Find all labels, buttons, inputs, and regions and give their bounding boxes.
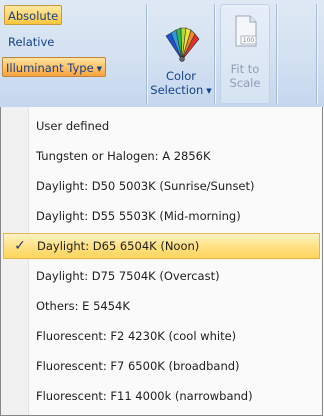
- menu-item-label: User defined: [36, 119, 110, 133]
- menu-item-label: Fluorescent: F7 6500K (broadband): [36, 359, 240, 373]
- illuminant-type-label: Illuminant Type: [6, 61, 94, 75]
- group-separator: [276, 4, 277, 104]
- color-swatch-fan-icon: [165, 27, 200, 62]
- menu-item-tungsten-a[interactable]: Tungsten or Halogen: A 2856K: [3, 143, 320, 169]
- fit-to-scale-label-line2: Scale: [229, 76, 261, 90]
- checkmark-icon: ✓: [14, 238, 26, 254]
- menu-item-label: Others: E 5454K: [36, 299, 130, 313]
- menu-item-label: Fluorescent: F11 4000k (narrowband): [36, 389, 253, 403]
- menu-item-others-e[interactable]: Others: E 5454K: [3, 293, 320, 319]
- menu-item-label: Daylight: D55 5503K (Mid-morning): [36, 209, 241, 223]
- color-selection-label-line2: Selection ▼: [150, 84, 212, 98]
- color-selection-button[interactable]: Color Selection ▼: [150, 4, 212, 104]
- fit-to-scale-button[interactable]: 100 Fit to Scale: [220, 4, 270, 104]
- color-selection-label-text: Selection: [150, 83, 204, 97]
- menu-item-daylight-d75[interactable]: Daylight: D75 7504K (Overcast): [3, 263, 320, 289]
- chevron-down-icon: ▼: [96, 65, 103, 73]
- menu-item-fluorescent-f7[interactable]: Fluorescent: F7 6500K (broadband): [3, 353, 320, 379]
- menu-item-label: Daylight: D75 7504K (Overcast): [36, 269, 220, 283]
- relative-button[interactable]: Relative: [4, 31, 58, 51]
- fit-to-scale-label-line1: Fit to: [230, 62, 260, 76]
- menu-item-label: Fluorescent: F2 4230K (cool white): [36, 329, 237, 343]
- menu-item-daylight-d55[interactable]: Daylight: D55 5503K (Mid-morning): [3, 203, 320, 229]
- menu-item-fluorescent-f2[interactable]: Fluorescent: F2 4230K (cool white): [3, 323, 320, 349]
- menu-item-fluorescent-f11[interactable]: Fluorescent: F11 4000k (narrowband): [3, 383, 320, 409]
- group-separator: [316, 4, 317, 104]
- menu-item-user-defined[interactable]: User defined: [3, 113, 320, 139]
- chevron-down-icon: ▼: [206, 87, 212, 95]
- fit-scale-value: 100: [242, 37, 255, 44]
- menu-item-label: Daylight: D65 6504K (Noon): [37, 239, 200, 253]
- menu-item-daylight-d50[interactable]: Daylight: D50 5003K (Sunrise/Sunset): [3, 173, 320, 199]
- menu-item-label: Tungsten or Halogen: A 2856K: [36, 149, 211, 163]
- menu-item-daylight-d65[interactable]: ✓ Daylight: D65 6504K (Noon): [3, 233, 320, 259]
- illuminant-type-dropdown[interactable]: Illuminant Type ▼: [2, 57, 107, 77]
- relative-label: Relative: [8, 35, 55, 49]
- group-separator: [214, 4, 215, 104]
- absolute-label: Absolute: [8, 9, 59, 23]
- illuminant-type-menu: User defined Tungsten or Halogen: A 2856…: [0, 107, 323, 416]
- absolute-button[interactable]: Absolute: [4, 5, 63, 25]
- color-selection-label-line1: Color: [165, 69, 197, 83]
- menu-item-label: Daylight: D50 5003K (Sunrise/Sunset): [36, 179, 255, 193]
- ribbon: Absolute Relative Illuminant Type ▼ Color…: [0, 0, 324, 107]
- group-separator: [146, 4, 147, 104]
